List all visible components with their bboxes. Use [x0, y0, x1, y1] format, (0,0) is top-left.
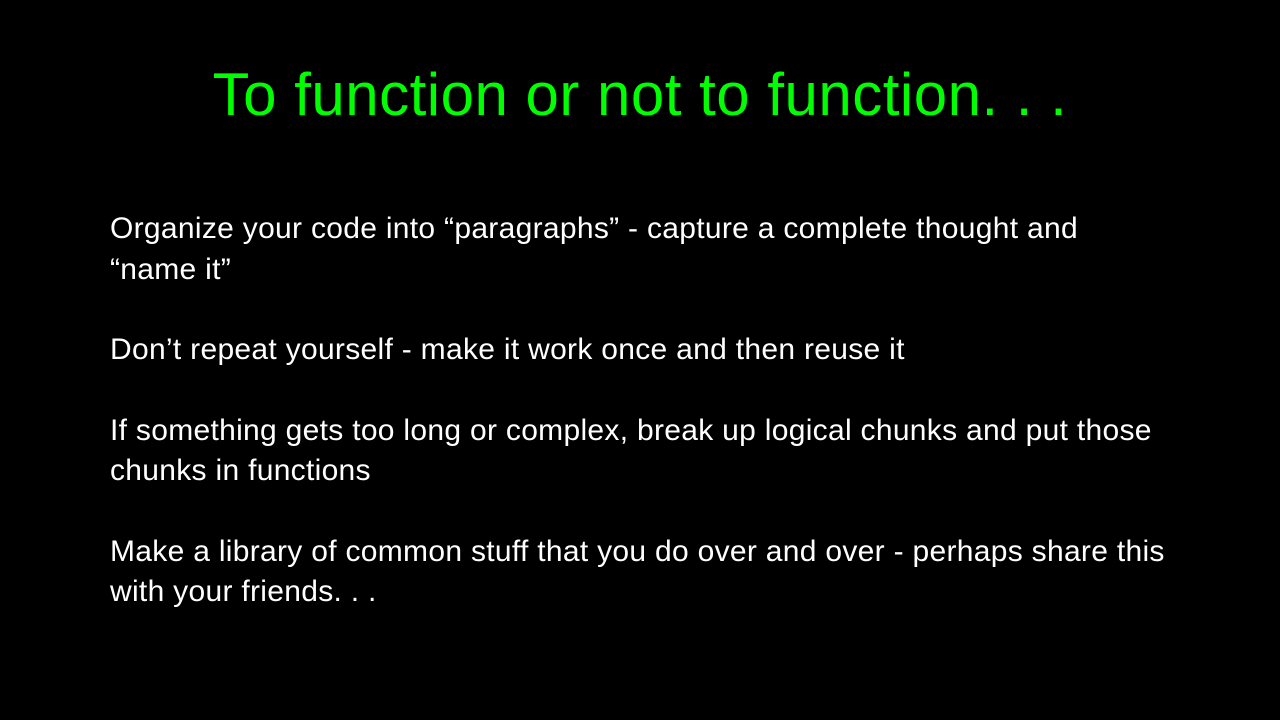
bullet-item: Don’t repeat yourself - make it work onc…	[110, 330, 1170, 371]
presentation-slide: To function or not to function. . . Orga…	[0, 0, 1280, 720]
bullet-item: If something gets too long or complex, b…	[110, 411, 1170, 492]
slide-content: Organize your code into “paragraphs” - c…	[0, 209, 1280, 613]
bullet-item: Make a library of common stuff that you …	[110, 532, 1170, 613]
slide-title: To function or not to function. . .	[0, 60, 1280, 129]
bullet-item: Organize your code into “paragraphs” - c…	[110, 209, 1170, 290]
